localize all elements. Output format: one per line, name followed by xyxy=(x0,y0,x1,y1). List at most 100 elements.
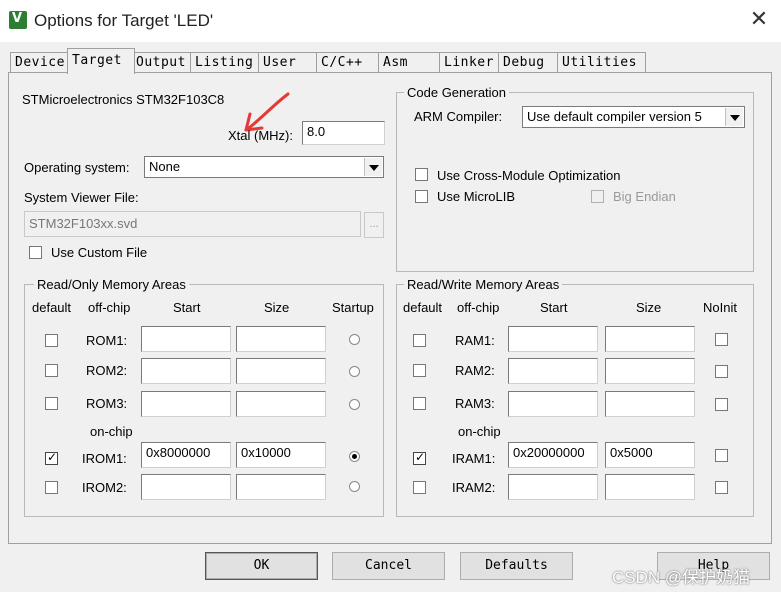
irom2-startup-radio[interactable] xyxy=(349,481,360,492)
ok-button[interactable]: OK xyxy=(205,552,318,580)
rom1-default-checkbox[interactable] xyxy=(45,334,58,347)
irom2-start-input[interactable] xyxy=(141,474,231,500)
code-generation-title: Code Generation xyxy=(404,85,510,100)
xtal-input[interactable]: 8.0 xyxy=(302,121,385,145)
tab-output[interactable]: Output xyxy=(131,52,194,73)
ro-header-offchip: off-chip xyxy=(88,300,131,315)
os-select[interactable]: None xyxy=(144,156,384,178)
iram2-default-checkbox[interactable] xyxy=(413,481,426,494)
ram1-label: RAM1: xyxy=(455,333,495,348)
ram3-start-input[interactable] xyxy=(508,391,598,417)
rom1-startup-radio[interactable] xyxy=(349,334,360,345)
irom1-label: IROM1: xyxy=(82,451,127,466)
ro-header-startup: Startup xyxy=(332,300,374,315)
svd-label: System Viewer File: xyxy=(24,190,139,205)
iram2-size-input[interactable] xyxy=(605,474,695,500)
tab-utilities[interactable]: Utilities xyxy=(557,52,646,73)
irom1-default-checkbox[interactable]: ✓ xyxy=(45,450,58,465)
rom2-start-input[interactable] xyxy=(141,358,231,384)
ro-header-default: default xyxy=(32,300,72,315)
compiler-select[interactable]: Use default compiler version 5 xyxy=(522,106,745,128)
big-endian-checkbox xyxy=(591,190,604,203)
tab-c-cpp[interactable]: C/C++ xyxy=(316,52,382,73)
ram2-size-input[interactable] xyxy=(605,358,695,384)
tab-target[interactable]: Target xyxy=(67,48,135,74)
iram1-size-input[interactable]: 0x5000 xyxy=(605,442,695,468)
iram1-default-checkbox[interactable]: ✓ xyxy=(413,450,426,465)
svd-input: STM32F103xx.svd xyxy=(24,211,361,237)
ram3-default-checkbox[interactable] xyxy=(413,397,426,410)
ro-onchip-label: on-chip xyxy=(90,424,133,439)
compiler-value: Use default compiler version 5 xyxy=(527,109,702,124)
microlib-checkbox[interactable] xyxy=(415,190,428,203)
device-name: STMicroelectronics STM32F103C8 xyxy=(22,92,225,107)
iram1-label: IRAM1: xyxy=(452,451,496,466)
iram2-label: IRAM2: xyxy=(452,480,496,495)
defaults-button[interactable]: Defaults xyxy=(460,552,573,580)
iram1-noinit-checkbox[interactable] xyxy=(715,449,728,462)
rom3-label: ROM3: xyxy=(86,396,128,411)
close-icon[interactable]: ✕ xyxy=(748,8,770,32)
rom3-default-checkbox[interactable] xyxy=(45,397,58,410)
ram3-size-input[interactable] xyxy=(605,391,695,417)
rom3-start-input[interactable] xyxy=(141,391,231,417)
compiler-label: ARM Compiler: xyxy=(414,109,503,124)
big-endian-label: Big Endian xyxy=(613,189,676,204)
ram2-noinit-checkbox[interactable] xyxy=(715,365,728,378)
ram2-label: RAM2: xyxy=(455,363,495,378)
rom1-start-input[interactable] xyxy=(141,326,231,352)
svd-browse-button: ... xyxy=(364,212,384,238)
tab-linker[interactable]: Linker xyxy=(439,52,503,73)
irom1-start-input[interactable]: 0x8000000 xyxy=(141,442,231,468)
rom1-label: ROM1: xyxy=(86,333,128,348)
ram1-start-input[interactable] xyxy=(508,326,598,352)
tab-debug[interactable]: Debug xyxy=(498,52,561,73)
irom1-size-input[interactable]: 0x10000 xyxy=(236,442,326,468)
title-bar: V Options for Target 'LED' ✕ xyxy=(0,0,781,42)
iram2-noinit-checkbox[interactable] xyxy=(715,481,728,494)
cross-module-checkbox[interactable] xyxy=(415,168,428,181)
rw-header-noinit: NoInit xyxy=(703,300,737,315)
tab-user[interactable]: User xyxy=(258,52,320,73)
irom2-default-checkbox[interactable] xyxy=(45,481,58,494)
irom2-label: IROM2: xyxy=(82,480,127,495)
rom3-size-input[interactable] xyxy=(236,391,326,417)
custom-file-checkbox[interactable] xyxy=(29,246,42,259)
ram1-size-input[interactable] xyxy=(605,326,695,352)
rw-header-start: Start xyxy=(540,300,568,315)
custom-file-label: Use Custom File xyxy=(51,245,148,260)
rw-header-offchip: off-chip xyxy=(457,300,500,315)
cross-module-label: Use Cross-Module Optimization xyxy=(437,168,621,183)
rom2-size-input[interactable] xyxy=(236,358,326,384)
ram2-default-checkbox[interactable] xyxy=(413,364,426,377)
ram3-label: RAM3: xyxy=(455,396,495,411)
xtal-label: Xtal (MHz): xyxy=(228,128,293,143)
ram1-default-checkbox[interactable] xyxy=(413,334,426,347)
watermark-text: CSDN @保护奶猫 xyxy=(612,568,751,587)
keil-app-icon: V xyxy=(9,11,27,29)
rw-header-size: Size xyxy=(636,300,662,315)
tab-device[interactable]: Device xyxy=(10,52,74,73)
rom2-default-checkbox[interactable] xyxy=(45,364,58,377)
ro-header-start: Start xyxy=(173,300,201,315)
ro-header-size: Size xyxy=(264,300,290,315)
window-title: Options for Target 'LED' xyxy=(34,11,214,30)
rom3-startup-radio[interactable] xyxy=(349,399,360,410)
irom1-startup-radio[interactable] xyxy=(349,451,360,462)
cancel-button[interactable]: Cancel xyxy=(332,552,445,580)
rom2-label: ROM2: xyxy=(86,363,128,378)
ram2-start-input[interactable] xyxy=(508,358,598,384)
tab-asm[interactable]: Asm xyxy=(378,52,444,73)
iram1-start-input[interactable]: 0x20000000 xyxy=(508,442,598,468)
iram2-start-input[interactable] xyxy=(508,474,598,500)
chevron-down-icon[interactable] xyxy=(725,108,743,126)
tab-listing[interactable]: Listing xyxy=(190,52,262,73)
rw-onchip-label: on-chip xyxy=(458,424,501,439)
ram3-noinit-checkbox[interactable] xyxy=(715,398,728,411)
irom2-size-input[interactable] xyxy=(236,474,326,500)
rw-header-default: default xyxy=(403,300,443,315)
rom1-size-input[interactable] xyxy=(236,326,326,352)
chevron-down-icon[interactable] xyxy=(364,158,382,176)
rom2-startup-radio[interactable] xyxy=(349,366,360,377)
ram1-noinit-checkbox[interactable] xyxy=(715,333,728,346)
